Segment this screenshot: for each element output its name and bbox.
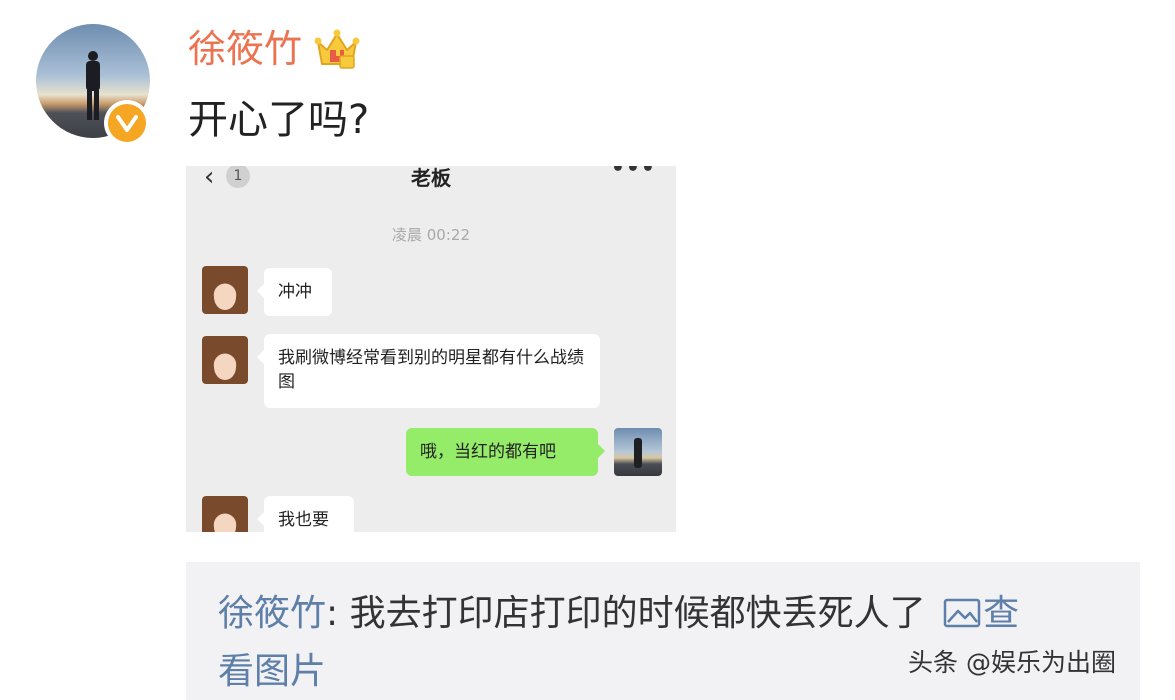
repost-text: 我去打印店打印的时候都快丢死人了 xyxy=(349,593,926,634)
contact-avatar xyxy=(202,496,248,532)
view-image-link[interactable]: 查 xyxy=(983,593,1019,634)
crown-member-icon[interactable] xyxy=(314,28,360,70)
message-bubble: 我也要 xyxy=(257,496,354,532)
message-bubble: 我刷微博经常看到别的明星都有什么战绩图 xyxy=(257,334,600,408)
view-image-link-cont[interactable]: 看图片 xyxy=(218,651,326,692)
chat-timestamp: 凌晨 00:22 xyxy=(392,226,470,244)
chat-screenshot[interactable]: ‹ 1 老板 ••• 凌晨 00:22 冲冲 我刷微博经常看到别的明星都有什么战… xyxy=(186,166,676,532)
repost-separator: : xyxy=(326,593,339,634)
chat-header: ‹ 1 老板 ••• xyxy=(186,166,676,192)
contact-avatar xyxy=(202,336,248,384)
avatar-silhouette xyxy=(86,51,100,120)
repost-line-2: 看图片 xyxy=(218,648,326,696)
message-bubble: 冲冲 xyxy=(257,268,332,316)
watermark: 头条 @娱乐为出圈 xyxy=(908,648,1116,677)
self-avatar xyxy=(614,428,662,476)
chat-title: 老板 xyxy=(411,166,451,190)
message-bubble: 哦，当红的都有吧 xyxy=(406,428,605,476)
verified-badge-icon xyxy=(104,100,150,146)
contact-avatar xyxy=(202,266,248,314)
picture-icon[interactable] xyxy=(943,598,981,628)
repost-line-1: 徐筱竹: 我去打印店打印的时候都快丢死人了 查 xyxy=(218,590,1019,638)
post-username[interactable]: 徐筱竹 xyxy=(188,26,302,72)
more-icon: ••• xyxy=(610,166,656,181)
repost-username[interactable]: 徐筱竹 xyxy=(218,593,326,634)
post-text: 开心了吗? xyxy=(188,97,370,143)
